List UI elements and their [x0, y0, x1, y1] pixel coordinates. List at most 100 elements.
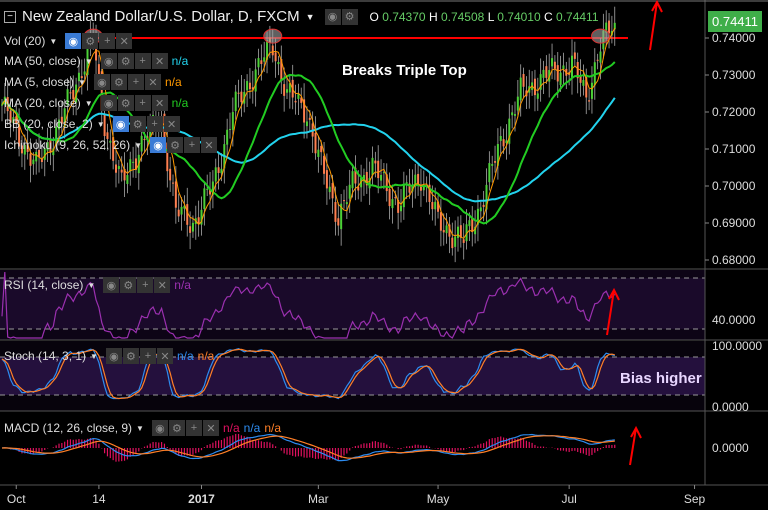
gear-icon[interactable]: ⚙: [129, 116, 146, 132]
candle-body: [226, 129, 229, 145]
candle-body: [445, 225, 448, 234]
close-icon[interactable]: ✕: [154, 277, 171, 293]
visibility-icon[interactable]: ◉: [65, 33, 82, 49]
legend-stoch[interactable]: Stoch (14, 3, 1) ▼ ◉ ⚙ + ✕ n/a n/a: [4, 348, 214, 364]
gear-icon[interactable]: ⚙: [120, 277, 137, 293]
visibility-icon[interactable]: ◉: [112, 116, 129, 132]
price-tick-label: 0.69000: [712, 216, 756, 230]
chevron-down-icon[interactable]: ▼: [85, 57, 93, 66]
price-tick-label: 0.71000: [712, 142, 756, 156]
candle-body: [459, 225, 462, 238]
candle-body: [479, 207, 482, 212]
candle-body: [248, 82, 251, 90]
visibility-icon[interactable]: ◉: [93, 74, 110, 90]
chevron-down-icon[interactable]: ▼: [136, 424, 144, 433]
candle-body: [132, 161, 135, 163]
candle-body: [263, 57, 266, 62]
candle-body: [494, 161, 497, 163]
legend-ichimoku[interactable]: Ichimoku (9, 26, 52, 26) ▼ ◉ ⚙ + ✕: [4, 137, 217, 153]
plus-icon[interactable]: +: [134, 53, 151, 69]
candle-body: [405, 182, 408, 184]
candle-body: [590, 82, 593, 99]
gear-icon[interactable]: ⚙: [341, 8, 358, 25]
gear-icon[interactable]: ⚙: [167, 137, 183, 153]
chevron-down-icon[interactable]: ▼: [90, 352, 98, 361]
legend-rsi[interactable]: RSI (14, close) ▼ ◉ ⚙ + ✕ n/a: [4, 277, 191, 293]
chevron-down-icon[interactable]: ▼: [97, 120, 105, 129]
legend-label: Stoch (14, 3, 1): [4, 349, 87, 363]
visibility-icon[interactable]: ◉: [150, 137, 166, 153]
gear-icon[interactable]: ⚙: [117, 53, 134, 69]
candle-body: [305, 121, 308, 127]
close-icon[interactable]: ✕: [201, 137, 217, 153]
plus-icon[interactable]: +: [127, 74, 144, 90]
close-icon[interactable]: ✕: [151, 95, 168, 111]
close-icon[interactable]: ✕: [156, 348, 173, 364]
legend-value: n/a: [174, 278, 191, 292]
plus-icon[interactable]: +: [139, 348, 156, 364]
candle-body: [174, 181, 177, 208]
visibility-icon[interactable]: ◉: [324, 8, 341, 25]
close-icon[interactable]: ✕: [163, 116, 180, 132]
gear-icon[interactable]: ⚙: [110, 74, 127, 90]
candle-body: [234, 91, 237, 112]
visibility-icon[interactable]: ◉: [105, 348, 122, 364]
gear-icon[interactable]: ⚙: [122, 348, 139, 364]
candle-body: [286, 89, 288, 93]
gear-icon[interactable]: ⚙: [117, 95, 134, 111]
candle-body: [439, 212, 442, 231]
legend-vol[interactable]: Vol (20) ▼ ◉ ⚙ + ✕: [4, 33, 133, 49]
triple-top-marker: [263, 28, 283, 44]
candle-body: [229, 128, 231, 130]
close-icon[interactable]: ✕: [144, 74, 161, 90]
close-icon[interactable]: ✕: [116, 33, 133, 49]
legend-bb[interactable]: BB (20, close, 2) ▼ ◉ ⚙ + ✕: [4, 116, 180, 132]
plus-icon[interactable]: +: [185, 420, 202, 436]
symbol-title[interactable]: New Zealand Dollar/U.S. Dollar, D, FXCM: [22, 8, 300, 25]
candle-body: [328, 186, 331, 193]
time-tick-label: Jul: [561, 492, 576, 506]
candle-body: [120, 169, 123, 173]
chevron-down-icon[interactable]: ▼: [85, 99, 93, 108]
candle-body: [380, 174, 383, 181]
candle-body: [491, 164, 494, 166]
gear-icon[interactable]: ⚙: [82, 33, 99, 49]
candle-body: [516, 96, 519, 111]
candle-body: [117, 166, 120, 170]
plus-icon[interactable]: +: [146, 116, 163, 132]
chevron-down-icon[interactable]: ▼: [87, 281, 95, 290]
candle-body: [402, 184, 405, 208]
visibility-icon[interactable]: ◉: [100, 53, 117, 69]
close-icon[interactable]: ✕: [202, 420, 219, 436]
legend-macd[interactable]: MACD (12, 26, close, 9) ▼ ◉ ⚙ + ✕ n/a n/a n/a: [4, 420, 281, 436]
visibility-icon[interactable]: ◉: [103, 277, 120, 293]
legend-ma5[interactable]: MA (5, close) ▼ ◉ ⚙ + ✕ n/a: [4, 74, 182, 90]
candle-body: [334, 202, 337, 222]
plus-icon[interactable]: +: [137, 277, 154, 293]
candle-body: [382, 172, 385, 174]
triple-top-marker: [591, 28, 610, 44]
candle-body: [468, 220, 471, 227]
candle-body: [596, 59, 599, 61]
collapse-icon[interactable]: −: [4, 10, 16, 23]
legend-ma50[interactable]: MA (50, close) ▼ ◉ ⚙ + ✕ n/a: [4, 53, 188, 69]
chevron-down-icon[interactable]: ▼: [78, 78, 86, 87]
chevron-down-icon[interactable]: ▼: [49, 37, 57, 46]
close-icon[interactable]: ✕: [151, 53, 168, 69]
gear-icon[interactable]: ⚙: [168, 420, 185, 436]
legend-ma20[interactable]: MA (20, close) ▼ ◉ ⚙ + ✕ n/a: [4, 95, 188, 111]
plus-icon[interactable]: +: [134, 95, 151, 111]
visibility-icon[interactable]: ◉: [100, 95, 117, 111]
candle-body: [519, 77, 522, 101]
chevron-down-icon[interactable]: ▼: [134, 141, 142, 150]
plus-icon[interactable]: +: [99, 33, 116, 49]
plus-icon[interactable]: +: [184, 137, 200, 153]
candle-body: [32, 159, 35, 165]
chevron-down-icon[interactable]: ▼: [306, 12, 315, 22]
legend-label: MA (50, close): [4, 54, 81, 68]
rsi-tick-label: 40.0000: [712, 313, 756, 327]
legend-label: BB (20, close, 2): [4, 117, 93, 131]
visibility-icon[interactable]: ◉: [151, 420, 168, 436]
legend-label: MA (5, close): [4, 75, 75, 89]
candle-body: [237, 92, 240, 94]
